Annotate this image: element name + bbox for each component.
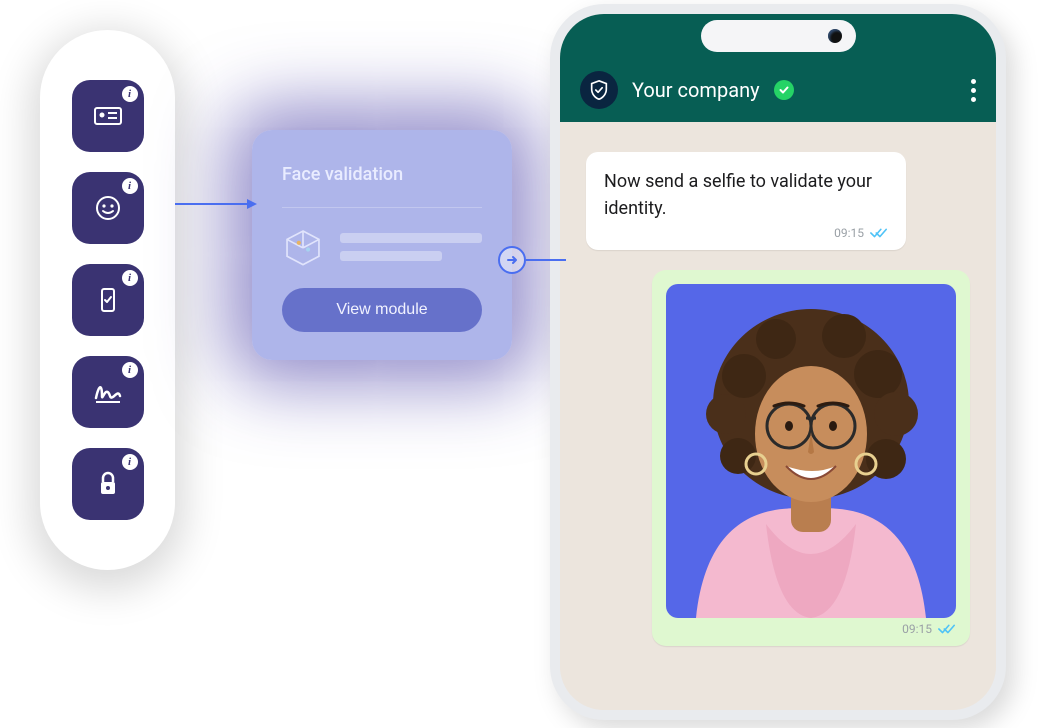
chat-body: Now send a selfie to validate your ident… — [560, 122, 996, 710]
chat-header: Your company — [560, 58, 996, 122]
divider — [282, 207, 482, 208]
double-check-icon — [938, 623, 956, 635]
arrow-to-phone-circle — [498, 246, 526, 274]
module-device-check[interactable]: i — [72, 264, 144, 336]
message-time: 09:15 — [834, 226, 864, 240]
shield-check-icon — [588, 79, 610, 101]
face-validation-card: Face validation View module — [252, 130, 512, 360]
arrow-to-card — [175, 203, 255, 205]
card-placeholder-lines — [340, 233, 482, 261]
info-badge-icon: i — [122, 454, 138, 470]
info-badge-icon: i — [122, 362, 138, 378]
modules-pill: i i i i i — [40, 30, 175, 570]
verified-badge-icon — [774, 80, 794, 100]
message-text: Now send a selfie to validate your ident… — [604, 168, 888, 222]
phone-notch — [701, 20, 856, 52]
view-module-button[interactable]: View module — [282, 288, 482, 332]
card-title: Face validation — [282, 164, 482, 185]
chat-menu-button[interactable] — [971, 79, 976, 102]
phone-status-bar — [560, 14, 996, 58]
chat-message-incoming: Now send a selfie to validate your ident… — [586, 152, 906, 250]
cube-icon — [282, 226, 324, 268]
module-face[interactable]: i — [72, 172, 144, 244]
phone-frame: Your company Now send a selfie to valida… — [550, 4, 1006, 720]
info-badge-icon: i — [122, 178, 138, 194]
info-badge-icon: i — [122, 86, 138, 102]
company-avatar[interactable] — [580, 71, 618, 109]
signature-icon — [90, 374, 126, 410]
chat-message-outgoing: 09:15 — [652, 270, 970, 646]
card-body — [282, 226, 482, 268]
camera-icon — [828, 29, 842, 43]
module-id-card[interactable]: i — [72, 80, 144, 152]
double-check-icon — [870, 227, 888, 239]
selfie-image[interactable] — [666, 284, 956, 618]
info-badge-icon: i — [122, 270, 138, 286]
lock-icon — [90, 466, 126, 502]
company-name-label[interactable]: Your company — [632, 78, 760, 102]
message-time: 09:15 — [902, 622, 932, 636]
id-card-icon — [90, 98, 126, 134]
module-signature[interactable]: i — [72, 356, 144, 428]
face-icon — [90, 190, 126, 226]
arrow-right-icon — [505, 253, 519, 267]
arrow-to-phone-line — [526, 259, 566, 261]
device-check-icon — [90, 282, 126, 318]
module-lock[interactable]: i — [72, 448, 144, 520]
